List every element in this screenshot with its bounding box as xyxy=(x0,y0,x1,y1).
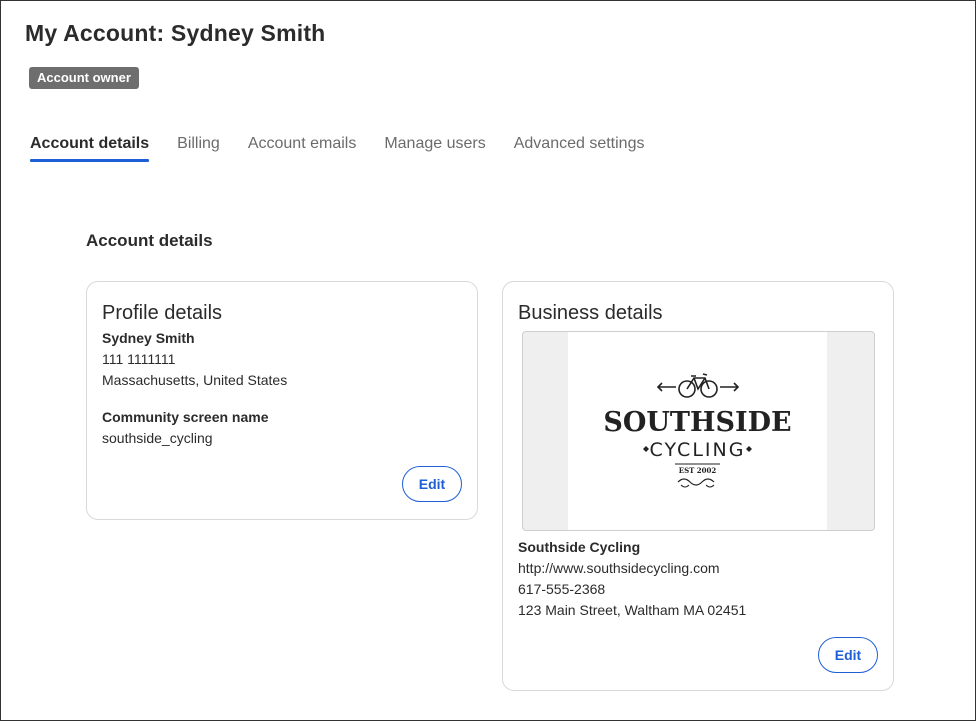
profile-card-title: Profile details xyxy=(102,302,223,324)
tab-advanced-settings[interactable]: Advanced settings xyxy=(514,135,645,162)
business-logo: SOUTHSIDE CYCLING EST 2002 xyxy=(522,331,875,531)
tab-manage-users[interactable]: Manage users xyxy=(384,135,485,162)
business-name: Southside Cycling xyxy=(518,539,641,555)
business-card-title: Business details xyxy=(518,302,663,324)
edit-profile-button[interactable]: Edit xyxy=(402,466,462,502)
business-details-card: Business details SOUTHSIDE CYCLING EST 2… xyxy=(502,281,894,691)
page-title: My Account: Sydney Smith xyxy=(25,20,326,46)
edit-business-button[interactable]: Edit xyxy=(818,637,878,673)
profile-name: Sydney Smith xyxy=(102,330,195,346)
screen-name-value: southside_cycling xyxy=(102,430,213,446)
tab-account-details[interactable]: Account details xyxy=(30,135,150,162)
bicycle-icon xyxy=(656,373,740,398)
tab-billing[interactable]: Billing xyxy=(177,135,220,162)
logo-est: EST 2002 xyxy=(679,466,717,475)
business-url: http://www.southsidecycling.com xyxy=(518,560,720,576)
profile-phone: 111 1111111 xyxy=(102,351,176,367)
logo-flourish xyxy=(677,478,715,486)
account-owner-badge: Account owner xyxy=(29,67,139,89)
southside-cycling-logo: SOUTHSIDE CYCLING EST 2002 xyxy=(603,373,792,488)
profile-location: Massachusetts, United States xyxy=(102,372,288,388)
section-heading: Account details xyxy=(86,231,213,250)
account-tabs: Account details Billing Account emails M… xyxy=(30,135,644,162)
business-logo-image: SOUTHSIDE CYCLING EST 2002 xyxy=(568,332,827,530)
profile-details-card: Profile details Sydney Smith 111 1111111… xyxy=(86,281,478,520)
logo-line2: CYCLING xyxy=(650,439,746,461)
logo-line1: SOUTHSIDE xyxy=(603,407,791,438)
tab-account-emails[interactable]: Account emails xyxy=(248,135,357,162)
business-phone: 617-555-2368 xyxy=(518,581,606,597)
business-address: 123 Main Street, Waltham MA 02451 xyxy=(518,602,747,618)
screen-name-label: Community screen name xyxy=(102,409,269,425)
